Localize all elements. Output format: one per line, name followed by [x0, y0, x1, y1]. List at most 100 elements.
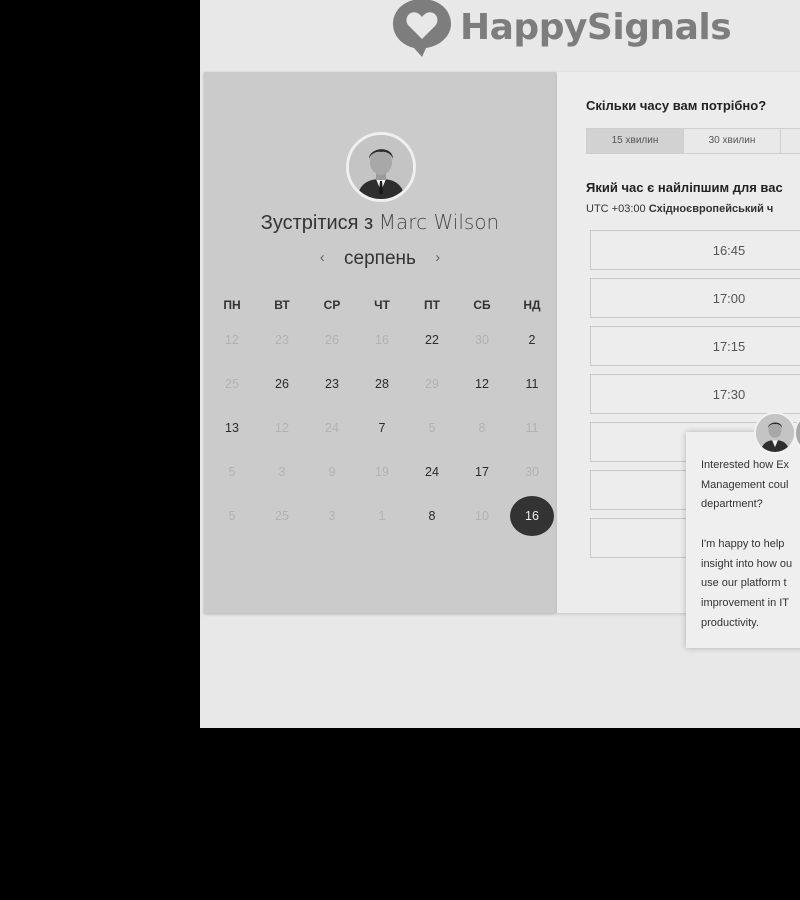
calendar-day[interactable]: 26 — [257, 362, 307, 406]
duration-tabs: 15 хвилин 30 хвилин — [586, 128, 800, 154]
calendar-day-number: 16 — [510, 496, 554, 536]
time-slot-button[interactable]: 17:00 — [590, 278, 800, 318]
calendar-day: 11 — [507, 406, 557, 450]
host-name: Marc Wilson — [378, 210, 500, 234]
calendar-week: 5 3 9 19 24 17 30 — [207, 450, 557, 494]
calendar-day-number: 23 — [275, 333, 289, 347]
calendar-day-selected[interactable]: 16 — [507, 494, 557, 538]
month-navigation: ‹ серпень › — [204, 248, 556, 270]
weekday-label: СБ — [473, 298, 491, 312]
calendar-day: 3 — [307, 494, 357, 538]
calendar-day: 24 — [307, 406, 357, 450]
timezone-name: Східноєвропейський ч — [648, 203, 774, 215]
meet-prefix: Зустрітися з — [260, 212, 374, 234]
calendar-day-number: 11 — [525, 377, 539, 391]
calendar-day[interactable]: 24 — [407, 450, 457, 494]
calendar-day: 9 — [307, 450, 357, 494]
calendar-day-number: 3 — [278, 465, 286, 479]
calendar-day-number: 26 — [325, 333, 339, 347]
calendar-day: 26 — [307, 318, 357, 362]
duration-question: Скільки часу вам потрібно? — [586, 98, 767, 113]
calendar-day-number: 13 — [225, 421, 239, 435]
calendar-day-number: 12 — [225, 333, 239, 347]
calendar-day[interactable]: 13 — [207, 406, 257, 450]
calendar-day: 23 — [257, 318, 307, 362]
calendar-day[interactable]: 11 — [507, 362, 557, 406]
calendar-day: 25 — [207, 362, 257, 406]
duration-tab[interactable] — [781, 129, 800, 153]
calendar-day-number: 26 — [275, 377, 289, 391]
calendar-day[interactable]: 7 — [357, 406, 407, 450]
calendar-day-number: 7 — [378, 421, 386, 435]
weekday-label: ЧТ — [374, 298, 390, 312]
calendar-week: 12 23 26 16 22 30 2 — [207, 318, 557, 362]
calendar-day: 12 — [257, 406, 307, 450]
calendar-day-number: 28 — [375, 377, 389, 391]
calendar-day-number: 25 — [225, 377, 239, 391]
weekday-label: НД — [523, 298, 541, 312]
weekday-label: ПН — [223, 298, 241, 312]
happysignals-logo: HappySignals — [390, 0, 732, 60]
calendar-week: 25 26 23 28 29 12 11 — [207, 362, 557, 406]
heart-speech-bubble-icon — [393, 0, 451, 57]
chevron-left-icon[interactable]: ‹ — [310, 249, 335, 266]
calendar-day-number: 24 — [425, 465, 439, 479]
calendar-day-number: 23 — [325, 377, 339, 391]
calendar-day-number: 2 — [528, 333, 536, 347]
calendar-day[interactable]: 8 — [407, 494, 457, 538]
brand-name: HappySignals — [460, 6, 732, 48]
calendar-day[interactable]: 17 — [457, 450, 507, 494]
calendar-day-number: 8 — [428, 509, 436, 523]
calendar-day[interactable]: 2 — [507, 318, 557, 362]
chat-avatar — [754, 412, 796, 454]
time-slot-button[interactable]: 17:15 — [590, 326, 800, 366]
chat-popup[interactable]: Interested how Ex Management coul depart… — [686, 412, 800, 648]
calendar-day-number: 24 — [325, 421, 339, 435]
calendar-day-number: 17 — [475, 465, 489, 479]
calendar-week: 13 12 24 7 5 8 11 — [207, 406, 557, 450]
host-avatar — [346, 132, 416, 202]
scheduler-page: HappySignals Зустрітися з Marc Wilson ‹ … — [200, 0, 800, 728]
calendar-day-number: 5 — [228, 465, 236, 479]
calendar-day-number: 25 — [275, 509, 289, 523]
calendar-day: 12 — [207, 318, 257, 362]
calendar-day[interactable]: 22 — [407, 318, 457, 362]
calendar-day-number: 11 — [525, 421, 539, 435]
calendar-day: 5 — [207, 494, 257, 538]
calendar-day[interactable]: 28 — [357, 362, 407, 406]
chevron-right-icon[interactable]: › — [425, 249, 450, 266]
calendar-day[interactable]: 12 — [457, 362, 507, 406]
calendar-panel: Зустрітися з Marc Wilson ‹ серпень › ПН В… — [204, 72, 556, 613]
timezone-offset: UTC +03:00 — [586, 203, 646, 215]
calendar-day: 8 — [457, 406, 507, 450]
calendar-day-number: 10 — [475, 509, 489, 523]
duration-tab[interactable]: 30 хвилин — [684, 129, 781, 153]
weekday-label: ПТ — [424, 298, 440, 312]
calendar-day-number: 19 — [375, 465, 389, 479]
calendar-day: 25 — [257, 494, 307, 538]
time-slot-button[interactable]: 17:30 — [590, 374, 800, 414]
weekday-header: ПН ВТ СР ЧТ ПТ СБ НД — [207, 298, 557, 318]
calendar-day: 5 — [207, 450, 257, 494]
calendar-day-number: 5 — [428, 421, 436, 435]
calendar-day-number: 3 — [328, 509, 336, 523]
calendar-grid: ПН ВТ СР ЧТ ПТ СБ НД 12 23 26 16 22 30 2 25 26 23 28 29 12 1… — [207, 298, 557, 538]
weekday-label: СР — [323, 298, 341, 312]
timezone-line: UTC +03:00 Східноєвропейський ч — [586, 203, 773, 215]
calendar-day[interactable]: 23 — [307, 362, 357, 406]
calendar-day: 19 — [357, 450, 407, 494]
calendar-day: 5 — [407, 406, 457, 450]
calendar-day-number: 12 — [275, 421, 289, 435]
calendar-week: 5 25 3 1 8 10 16 — [207, 494, 557, 538]
weekday-label: ВТ — [274, 298, 290, 312]
time-slot-button[interactable]: 16:45 — [590, 230, 800, 270]
time-question: Який час є найліпшим для вас — [586, 180, 783, 195]
calendar-day: 16 — [357, 318, 407, 362]
chat-message: Interested how Ex Management coul depart… — [701, 459, 793, 629]
calendar-day-number: 30 — [525, 465, 539, 479]
calendar-day-number: 30 — [475, 333, 489, 347]
calendar-day-number: 8 — [478, 421, 486, 435]
duration-tab[interactable]: 15 хвилин — [587, 129, 684, 153]
calendar-day-number: 1 — [378, 509, 386, 523]
calendar-day: 30 — [507, 450, 557, 494]
